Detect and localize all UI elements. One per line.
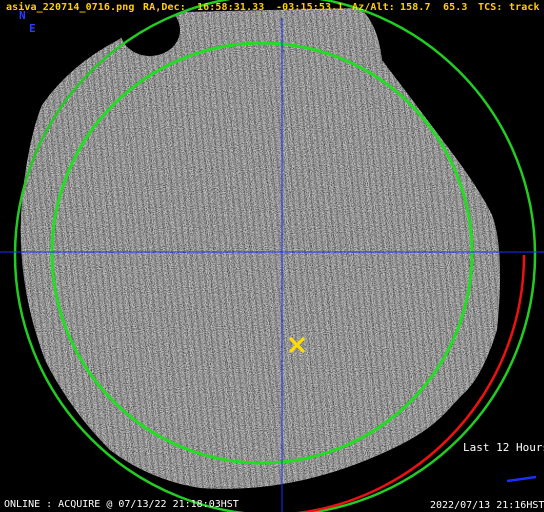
trail-legend-label: Last 12 Hours [463,441,544,454]
header-dec: -03:15:53.1 [276,2,344,13]
compass-east: E [29,22,36,35]
timestamp: 2022/07/13 21:16HST [430,500,544,511]
compass-north: N [19,9,26,22]
trail-segment [506,475,537,483]
header-alt: 65.3 [443,2,468,13]
header-radec-label: RA,Dec: [143,2,186,13]
header-azalt-label: Az/Alt: [352,2,395,13]
header-ra: 16:58:31.33 [197,2,265,13]
all-sky-image [0,0,544,512]
status-line: ONLINE : ACQUIRE @ 07/13/22 21:18:03HST [4,499,239,510]
header-tcs-status: track [509,2,540,13]
header-tcs-label: TCS: [478,2,503,13]
sky-camera-viewer: asiva_220714_0716.png RA,Dec: 16:58:31.3… [0,0,544,512]
header-az: 158.7 [400,2,431,13]
